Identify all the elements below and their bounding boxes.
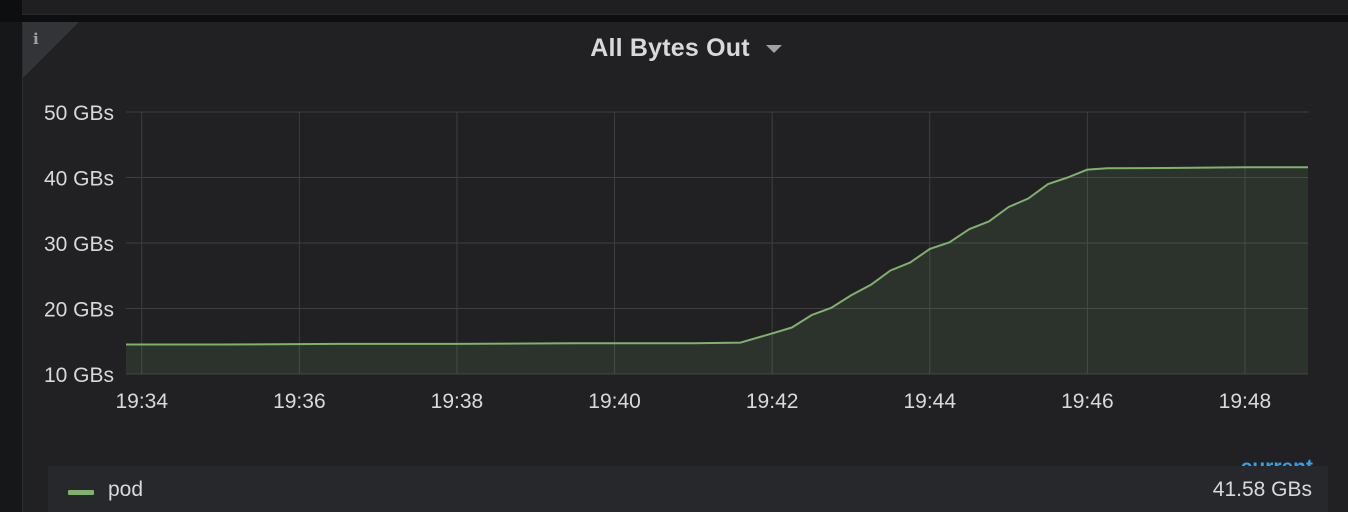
- y-tick-label: 20 GBs: [44, 299, 114, 322]
- y-tick-label: 10 GBs: [44, 364, 114, 387]
- x-tick-label: 19:38: [431, 390, 484, 413]
- y-tick-label: 50 GBs: [44, 102, 114, 125]
- y-tick-label: 40 GBs: [44, 168, 114, 191]
- legend-series-name: pod: [108, 478, 144, 501]
- legend-series-current-value: 41.58 GBs: [1212, 478, 1312, 501]
- x-tick-label: 19:46: [1061, 390, 1114, 413]
- y-axis-labels: 10 GBs 20 GBs 30 GBs 40 GBs 50 GBs: [44, 102, 114, 387]
- graph-chart: 10 GBs20 GBs30 GBs40 GBs50 GBs 19:34 19:3…: [44, 102, 1309, 413]
- x-axis-labels: 19:34 19:36 19:38 19:40 19:42 19:44 19:46 19:48: [115, 390, 1271, 413]
- legend-series-swatch: [68, 490, 94, 495]
- x-tick-label: 19:48: [1219, 390, 1272, 413]
- chart-series: [126, 166, 1309, 374]
- x-tick-label: 19:34: [115, 390, 168, 413]
- x-tick-label: 19:44: [903, 390, 956, 413]
- x-tick-label: 19:40: [588, 390, 641, 413]
- y-tick-label: 30 GBs: [44, 233, 114, 256]
- x-tick-label: 19:42: [746, 390, 799, 413]
- x-tick-label: 19:36: [273, 390, 326, 413]
- legend-item-pod[interactable]: pod 41.58 GBs: [48, 466, 1328, 512]
